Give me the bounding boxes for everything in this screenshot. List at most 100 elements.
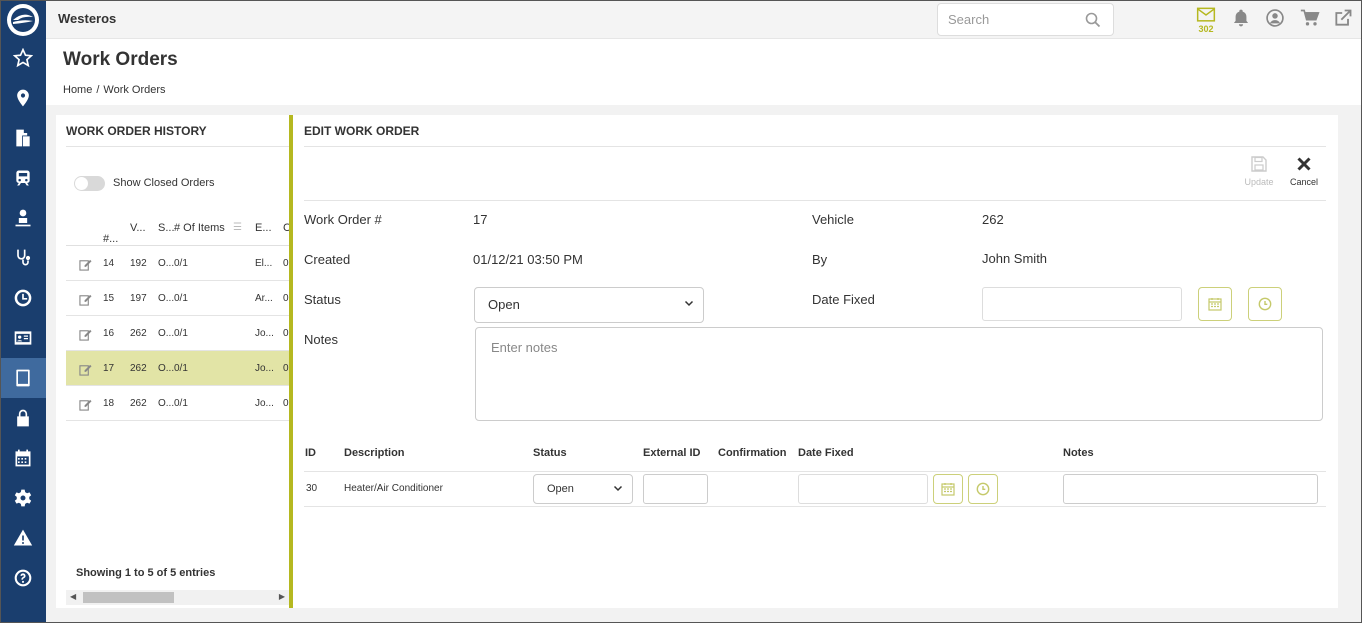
app-logo[interactable] xyxy=(7,4,39,36)
created-value: 01/12/21 03:50 PM xyxy=(473,252,583,267)
cell-number: 18 xyxy=(103,398,115,409)
sidebar-item-settings[interactable] xyxy=(0,478,46,518)
divider xyxy=(66,146,289,147)
search-icon[interactable] xyxy=(1085,12,1101,28)
calendar-icon xyxy=(15,449,31,467)
star-icon xyxy=(13,48,33,68)
item-notes-input[interactable] xyxy=(1063,474,1318,504)
sidebar-item-history[interactable] xyxy=(0,278,46,318)
items-header-id: ID xyxy=(305,447,316,459)
cell-c: 0 xyxy=(283,258,289,269)
by-value: John Smith xyxy=(982,251,1048,266)
clock-icon xyxy=(1258,297,1272,311)
cell-number: 17 xyxy=(103,363,115,374)
table-row-selected[interactable]: 17 262 O... 0/1 Jo... 0 xyxy=(66,351,289,386)
status-select[interactable]: Open xyxy=(474,287,704,323)
external-link-button[interactable] xyxy=(1331,6,1355,30)
sidebar-item-favorites[interactable] xyxy=(0,38,46,78)
scrollbar-thumb[interactable] xyxy=(83,592,174,603)
user-profile-button[interactable] xyxy=(1263,6,1287,30)
entries-summary: Showing 1 to 5 of 5 entries xyxy=(76,567,216,579)
cart-button[interactable] xyxy=(1298,6,1322,30)
column-menu-icon[interactable]: ☰ xyxy=(233,222,242,233)
cell-c: 0 xyxy=(283,293,289,304)
sidebar-item-work-orders[interactable] xyxy=(0,358,46,398)
update-button[interactable]: Update xyxy=(1239,155,1279,187)
scroll-right-icon[interactable]: ▶ xyxy=(279,592,285,601)
sidebar-item-contacts[interactable] xyxy=(0,318,46,358)
toggle-knob xyxy=(75,177,88,190)
show-closed-orders-label: Show Closed Orders xyxy=(113,177,215,189)
item-external-id-input[interactable] xyxy=(643,474,708,504)
lock-icon xyxy=(17,409,29,427)
cell-vehicle: 197 xyxy=(130,293,147,304)
sidebar-item-health[interactable] xyxy=(0,238,46,278)
sidebar-item-documents[interactable] xyxy=(0,118,46,158)
table-row[interactable]: 16 262 O... 0/1 Jo... 0 xyxy=(66,316,289,351)
time-picker-button[interactable] xyxy=(1248,287,1282,321)
sidebar-item-trains[interactable] xyxy=(0,158,46,198)
update-label: Update xyxy=(1244,177,1274,187)
cell-status: O... xyxy=(158,363,175,374)
scroll-left-icon[interactable]: ◀ xyxy=(70,592,76,601)
sidebar-item-calendar[interactable] xyxy=(0,438,46,478)
message-count-badge: 302 xyxy=(1198,24,1214,34)
cancel-label: Cancel xyxy=(1289,177,1318,187)
chevron-down-icon xyxy=(613,485,623,492)
cell-vehicle: 192 xyxy=(130,258,147,269)
column-header-by[interactable]: E... xyxy=(255,222,272,234)
sidebar-item-drivers[interactable] xyxy=(0,198,46,238)
page-title: Work Orders xyxy=(63,49,178,70)
breadcrumb-home[interactable]: Home xyxy=(63,84,92,96)
show-closed-orders-toggle[interactable] xyxy=(74,176,105,191)
date-fixed-input[interactable] xyxy=(982,287,1182,321)
search-box[interactable] xyxy=(937,3,1114,36)
edit-icon[interactable] xyxy=(79,363,92,376)
column-header-vehicle[interactable]: V... xyxy=(130,222,146,234)
item-date-picker-button[interactable] xyxy=(933,474,963,504)
column-header-status[interactable]: S... xyxy=(158,222,175,234)
cell-by: Jo... xyxy=(255,328,274,339)
cell-c: 0 xyxy=(283,363,289,374)
notes-field[interactable] xyxy=(475,327,1323,421)
sidebar-item-alerts[interactable] xyxy=(0,518,46,558)
id-card-icon xyxy=(14,331,32,345)
horizontal-scrollbar[interactable]: ◀ ▶ xyxy=(66,590,289,605)
cell-status: O... xyxy=(158,258,175,269)
items-header-external-id: External ID xyxy=(643,447,701,459)
edit-icon[interactable] xyxy=(79,328,92,341)
logo-icon xyxy=(11,8,35,32)
history-title: WORK ORDER HISTORY xyxy=(66,124,207,138)
item-status-select[interactable]: Open xyxy=(533,474,633,504)
item-date-fixed-input[interactable] xyxy=(798,474,928,504)
mail-icon xyxy=(1196,7,1216,22)
table-row[interactable]: 14 192 O... 0/1 El... 0 xyxy=(66,246,289,281)
app-name: Westeros xyxy=(58,11,117,26)
notifications-button[interactable] xyxy=(1229,6,1253,30)
edit-icon[interactable] xyxy=(79,293,92,306)
cell-by: Jo... xyxy=(255,398,274,409)
column-header-items[interactable]: # Of Items xyxy=(174,222,225,234)
edit-work-order-panel: EDIT WORK ORDER Update Cancel Work Order… xyxy=(293,115,1338,608)
by-label: By xyxy=(812,252,828,267)
edit-icon[interactable] xyxy=(79,258,92,271)
table-row[interactable]: 15 197 O... 0/1 Ar... 0 xyxy=(66,281,289,316)
cell-number: 15 xyxy=(103,293,115,304)
table-row[interactable]: 18 262 O... 0/1 Jo... 0 xyxy=(66,386,289,421)
edit-icon[interactable] xyxy=(79,398,92,411)
cell-items: 0/1 xyxy=(174,363,188,374)
external-link-icon xyxy=(1335,9,1352,26)
item-time-picker-button[interactable] xyxy=(968,474,998,504)
cell-status: O... xyxy=(158,293,175,304)
sidebar-item-security[interactable] xyxy=(0,398,46,438)
breadcrumb-separator: / xyxy=(96,84,100,96)
cell-vehicle: 262 xyxy=(130,398,147,409)
date-picker-button[interactable] xyxy=(1198,287,1232,321)
cancel-button[interactable]: Cancel xyxy=(1284,155,1324,187)
notes-textarea[interactable] xyxy=(476,328,1322,420)
status-select-value: Open xyxy=(488,297,520,312)
map-pin-icon xyxy=(17,89,29,107)
sidebar-item-locations[interactable] xyxy=(0,78,46,118)
search-input[interactable] xyxy=(948,12,1078,27)
sidebar-item-help[interactable] xyxy=(0,558,46,598)
